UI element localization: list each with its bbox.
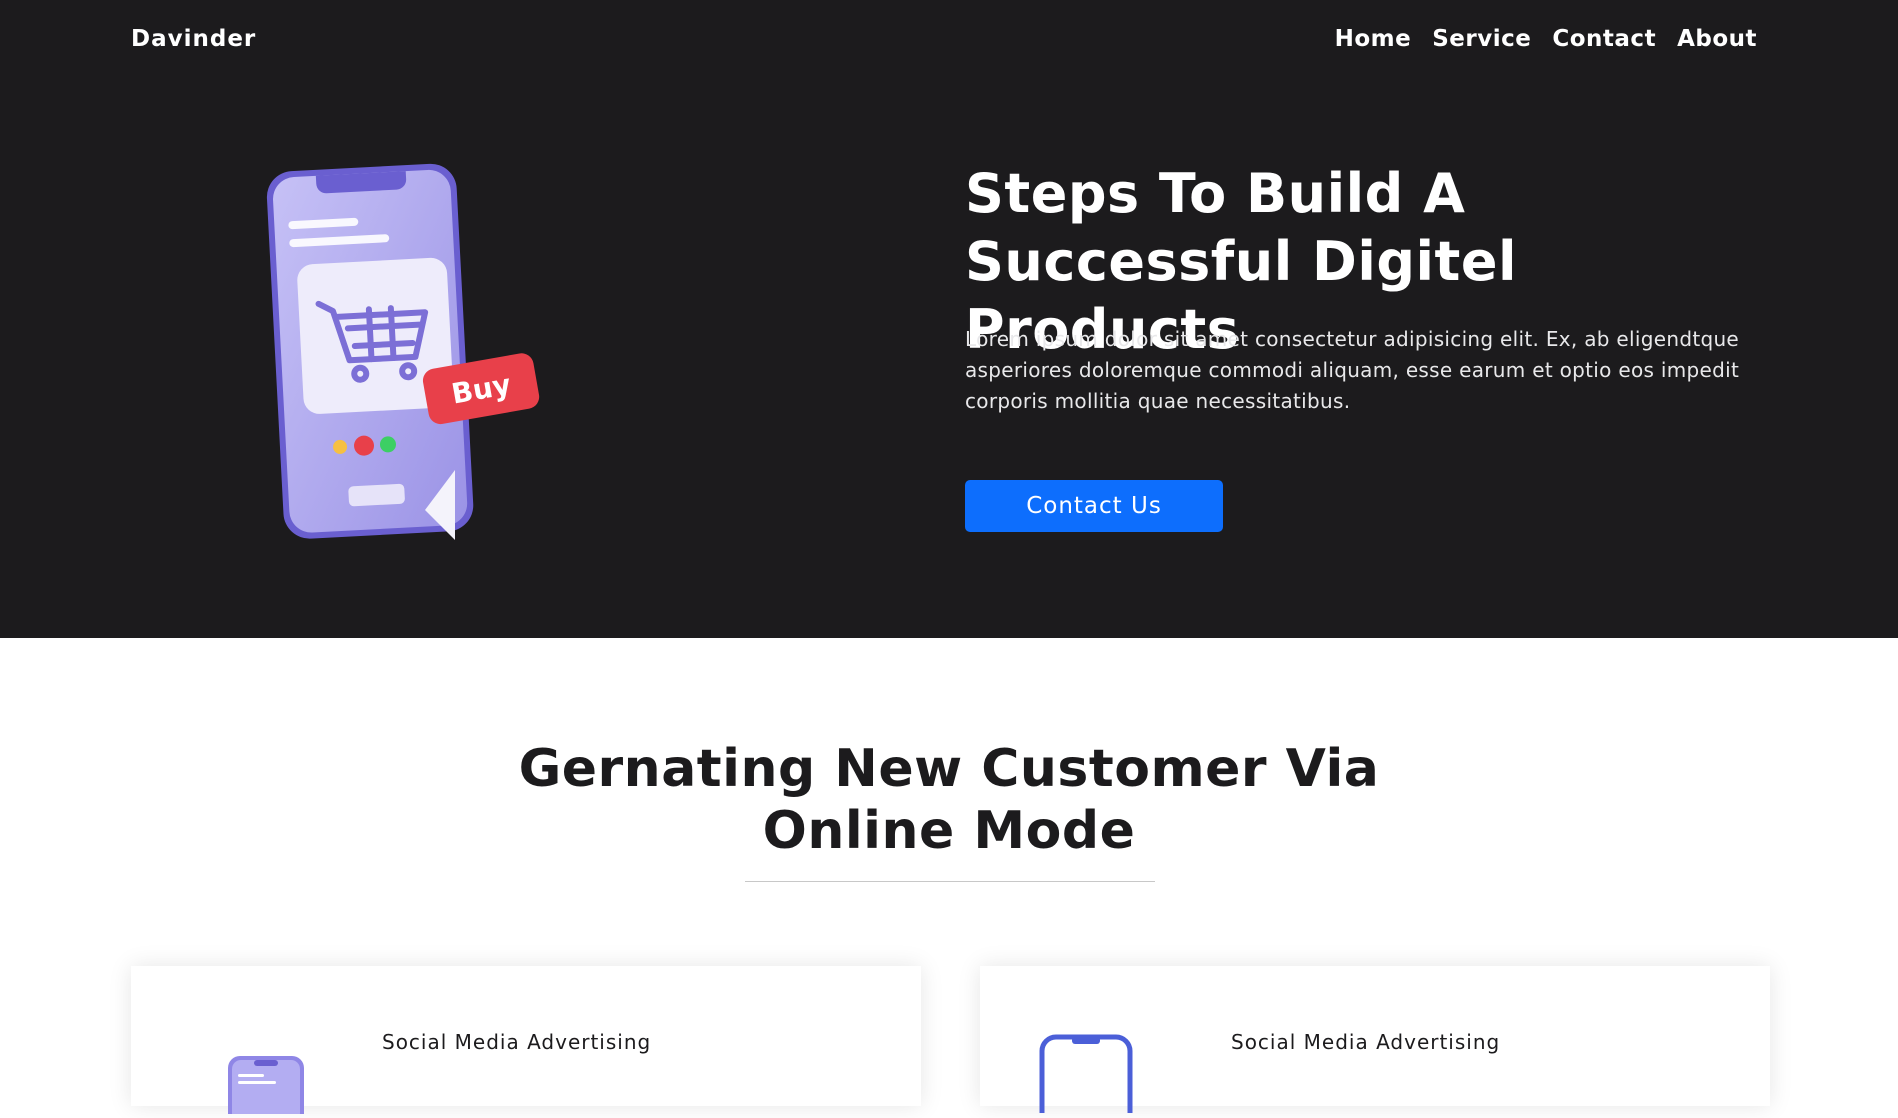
section-title-line-2: Online Mode (762, 801, 1136, 861)
contact-us-button[interactable]: Contact Us (965, 480, 1223, 532)
phone-shopping-cart-icon: Buy (255, 150, 555, 550)
nav-home[interactable]: Home (1335, 26, 1412, 52)
card-title: Social Media Advertising (382, 1030, 652, 1054)
hero-description: Lorem ipsum dolor sit amet consectetur a… (965, 327, 1740, 413)
main-nav: Home Service Contact About (1335, 26, 1757, 52)
card-title: Social Media Advertising (1231, 1030, 1501, 1054)
service-card[interactable]: Social Media Advertising (980, 966, 1770, 1118)
section-title: Gernating New Customer Via Online Mode (449, 738, 1449, 862)
phone-outline-icon (1038, 1033, 1138, 1118)
nav-contact[interactable]: Contact (1552, 26, 1656, 52)
phone-icon (226, 1054, 306, 1118)
service-card[interactable]: Social Media Advertising (131, 966, 921, 1118)
hero-section: Davinder Home Service Contact About Buy … (0, 0, 1898, 638)
nav-service[interactable]: Service (1432, 26, 1531, 52)
section-divider (745, 881, 1155, 882)
nav-about[interactable]: About (1677, 26, 1757, 52)
hero-title-line-1: Steps To Build A (965, 162, 1466, 225)
section-title-line-1: Gernating New Customer Via (518, 739, 1380, 799)
brand-logo[interactable]: Davinder (131, 26, 256, 52)
